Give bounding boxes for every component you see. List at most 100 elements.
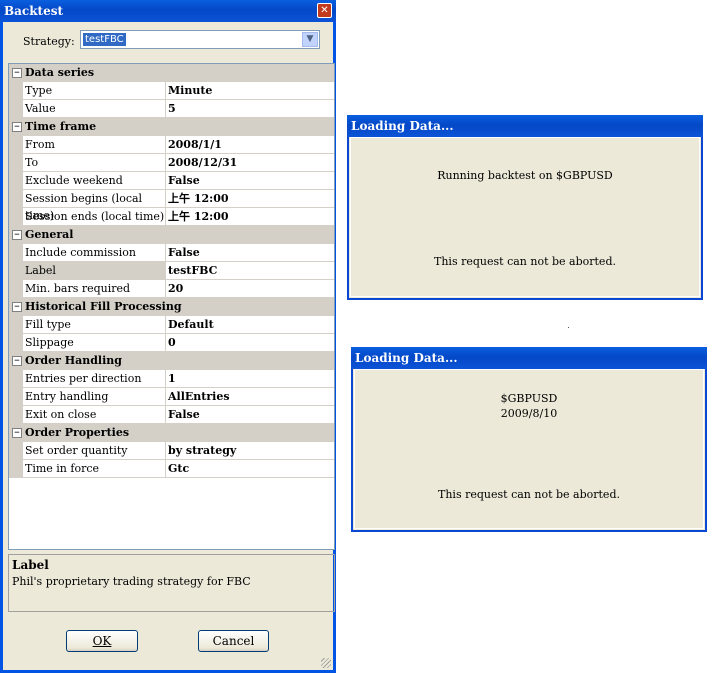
property-value[interactable]: Minute bbox=[166, 82, 334, 100]
property-row[interactable]: Time in force Gtc bbox=[9, 460, 334, 478]
loading-1-title: Loading Data... bbox=[351, 119, 454, 133]
property-value[interactable]: Default bbox=[166, 316, 334, 334]
backtest-title-bar[interactable]: Backtest ✕ bbox=[0, 0, 336, 22]
property-value[interactable]: 上午 12:00 bbox=[166, 208, 334, 226]
property-row[interactable]: Label testFBC bbox=[9, 262, 334, 280]
loading-2-symbol: $GBPUSD bbox=[500, 392, 558, 405]
property-value[interactable]: False bbox=[166, 244, 334, 262]
property-value[interactable]: Gtc bbox=[166, 460, 334, 478]
property-value[interactable]: AllEntries bbox=[166, 388, 334, 406]
loading-1-note: This request can not be aborted. bbox=[434, 255, 616, 268]
row-gutter bbox=[9, 370, 23, 388]
category-row[interactable]: − Order Properties bbox=[9, 424, 334, 442]
loading-2-note: This request can not be aborted. bbox=[438, 488, 620, 501]
category-label: Order Properties bbox=[25, 426, 130, 439]
loading-1-body bbox=[350, 137, 700, 297]
strategy-label: Strategy: bbox=[23, 35, 75, 48]
property-value[interactable]: False bbox=[166, 406, 334, 424]
row-gutter bbox=[9, 334, 23, 352]
collapse-icon[interactable]: − bbox=[12, 302, 22, 312]
property-row[interactable]: Set order quantity by strategy bbox=[9, 442, 334, 460]
property-value[interactable]: 上午 12:00 bbox=[166, 190, 334, 208]
row-gutter bbox=[9, 262, 23, 280]
row-gutter bbox=[9, 136, 23, 154]
row-gutter bbox=[9, 280, 23, 298]
row-gutter bbox=[9, 460, 23, 478]
property-row[interactable]: Include commission False bbox=[9, 244, 334, 262]
property-name: From bbox=[23, 136, 166, 154]
collapse-icon[interactable]: − bbox=[12, 68, 22, 78]
collapse-icon[interactable]: − bbox=[12, 122, 22, 132]
help-title: Label bbox=[12, 558, 49, 572]
property-value[interactable]: 5 bbox=[166, 100, 334, 118]
category-row[interactable]: − Order Handling bbox=[9, 352, 334, 370]
chevron-down-icon[interactable]: ▼ bbox=[302, 32, 318, 47]
collapse-icon[interactable]: − bbox=[12, 356, 22, 366]
loading-dialog-1: Loading Data... Running backtest on $GBP… bbox=[347, 115, 703, 300]
property-row[interactable]: Exclude weekend False bbox=[9, 172, 334, 190]
property-row[interactable]: Fill type Default bbox=[9, 316, 334, 334]
row-gutter bbox=[9, 82, 23, 100]
property-row[interactable]: To 2008/12/31 bbox=[9, 154, 334, 172]
close-icon[interactable]: ✕ bbox=[317, 3, 332, 18]
row-gutter bbox=[9, 388, 23, 406]
property-value[interactable]: by strategy bbox=[166, 442, 334, 460]
property-value[interactable]: 1 bbox=[166, 370, 334, 388]
property-row[interactable]: Entries per direction 1 bbox=[9, 370, 334, 388]
property-value[interactable]: testFBC bbox=[166, 262, 334, 280]
backtest-dialog: Backtest ✕ Strategy: testFBC ▼ − Data ser… bbox=[0, 0, 336, 673]
collapse-icon[interactable]: − bbox=[12, 230, 22, 240]
loading-2-date: 2009/8/10 bbox=[500, 407, 558, 420]
property-row[interactable]: From 2008/1/1 bbox=[9, 136, 334, 154]
resize-grip-icon[interactable] bbox=[321, 658, 331, 668]
category-label: General bbox=[25, 228, 74, 241]
collapse-icon[interactable]: − bbox=[12, 428, 22, 438]
property-value[interactable]: 20 bbox=[166, 280, 334, 298]
property-value[interactable]: 2008/12/31 bbox=[166, 154, 334, 172]
category-label: Data series bbox=[25, 66, 95, 79]
cancel-button-label: Cancel bbox=[212, 634, 255, 648]
property-row[interactable]: Session ends (local time) 上午 12:00 bbox=[9, 208, 334, 226]
stray-dot bbox=[568, 327, 569, 328]
row-gutter bbox=[9, 154, 23, 172]
row-gutter bbox=[9, 316, 23, 334]
ok-button[interactable]: OK bbox=[66, 630, 138, 652]
loading-dialog-2: Loading Data... $GBPUSD 2009/8/10 This r… bbox=[351, 347, 707, 532]
category-label: Order Handling bbox=[25, 354, 122, 367]
property-name: Entries per direction bbox=[23, 370, 166, 388]
loading-1-status: Running backtest on $GBPUSD bbox=[437, 169, 613, 182]
property-name: Exit on close bbox=[23, 406, 166, 424]
cancel-button[interactable]: Cancel bbox=[198, 630, 269, 652]
property-row[interactable]: Min. bars required 20 bbox=[9, 280, 334, 298]
category-label: Time frame bbox=[25, 120, 97, 133]
property-value[interactable]: 2008/1/1 bbox=[166, 136, 334, 154]
property-name: Fill type bbox=[23, 316, 166, 334]
property-name: Label bbox=[23, 262, 166, 280]
property-name: Value bbox=[23, 100, 166, 118]
property-row[interactable]: Type Minute bbox=[9, 82, 334, 100]
row-gutter bbox=[9, 406, 23, 424]
backtest-title: Backtest bbox=[4, 4, 64, 18]
property-row[interactable]: Value 5 bbox=[9, 100, 334, 118]
ok-button-label: OK bbox=[92, 634, 112, 648]
category-row[interactable]: − Time frame bbox=[9, 118, 334, 136]
strategy-select[interactable]: testFBC ▼ bbox=[80, 30, 320, 49]
property-row[interactable]: Slippage 0 bbox=[9, 334, 334, 352]
property-name: Slippage bbox=[23, 334, 166, 352]
category-row[interactable]: − General bbox=[9, 226, 334, 244]
property-row[interactable]: Session begins (local time) 上午 12:00 bbox=[9, 190, 334, 222]
row-gutter bbox=[9, 208, 23, 226]
property-name: To bbox=[23, 154, 166, 172]
property-name: Min. bars required bbox=[23, 280, 166, 298]
property-row[interactable]: Entry handling AllEntries bbox=[9, 388, 334, 406]
property-name: Exclude weekend bbox=[23, 172, 166, 190]
row-gutter bbox=[9, 172, 23, 190]
property-value[interactable]: False bbox=[166, 172, 334, 190]
loading-1-title-bar: Loading Data... bbox=[347, 115, 703, 137]
property-value[interactable]: 0 bbox=[166, 334, 334, 352]
category-row[interactable]: − Historical Fill Processing bbox=[9, 298, 334, 316]
category-row[interactable]: − Data series bbox=[9, 64, 334, 82]
property-name: Include commission bbox=[23, 244, 166, 262]
property-name: Entry handling bbox=[23, 388, 166, 406]
property-row[interactable]: Exit on close False bbox=[9, 406, 334, 424]
